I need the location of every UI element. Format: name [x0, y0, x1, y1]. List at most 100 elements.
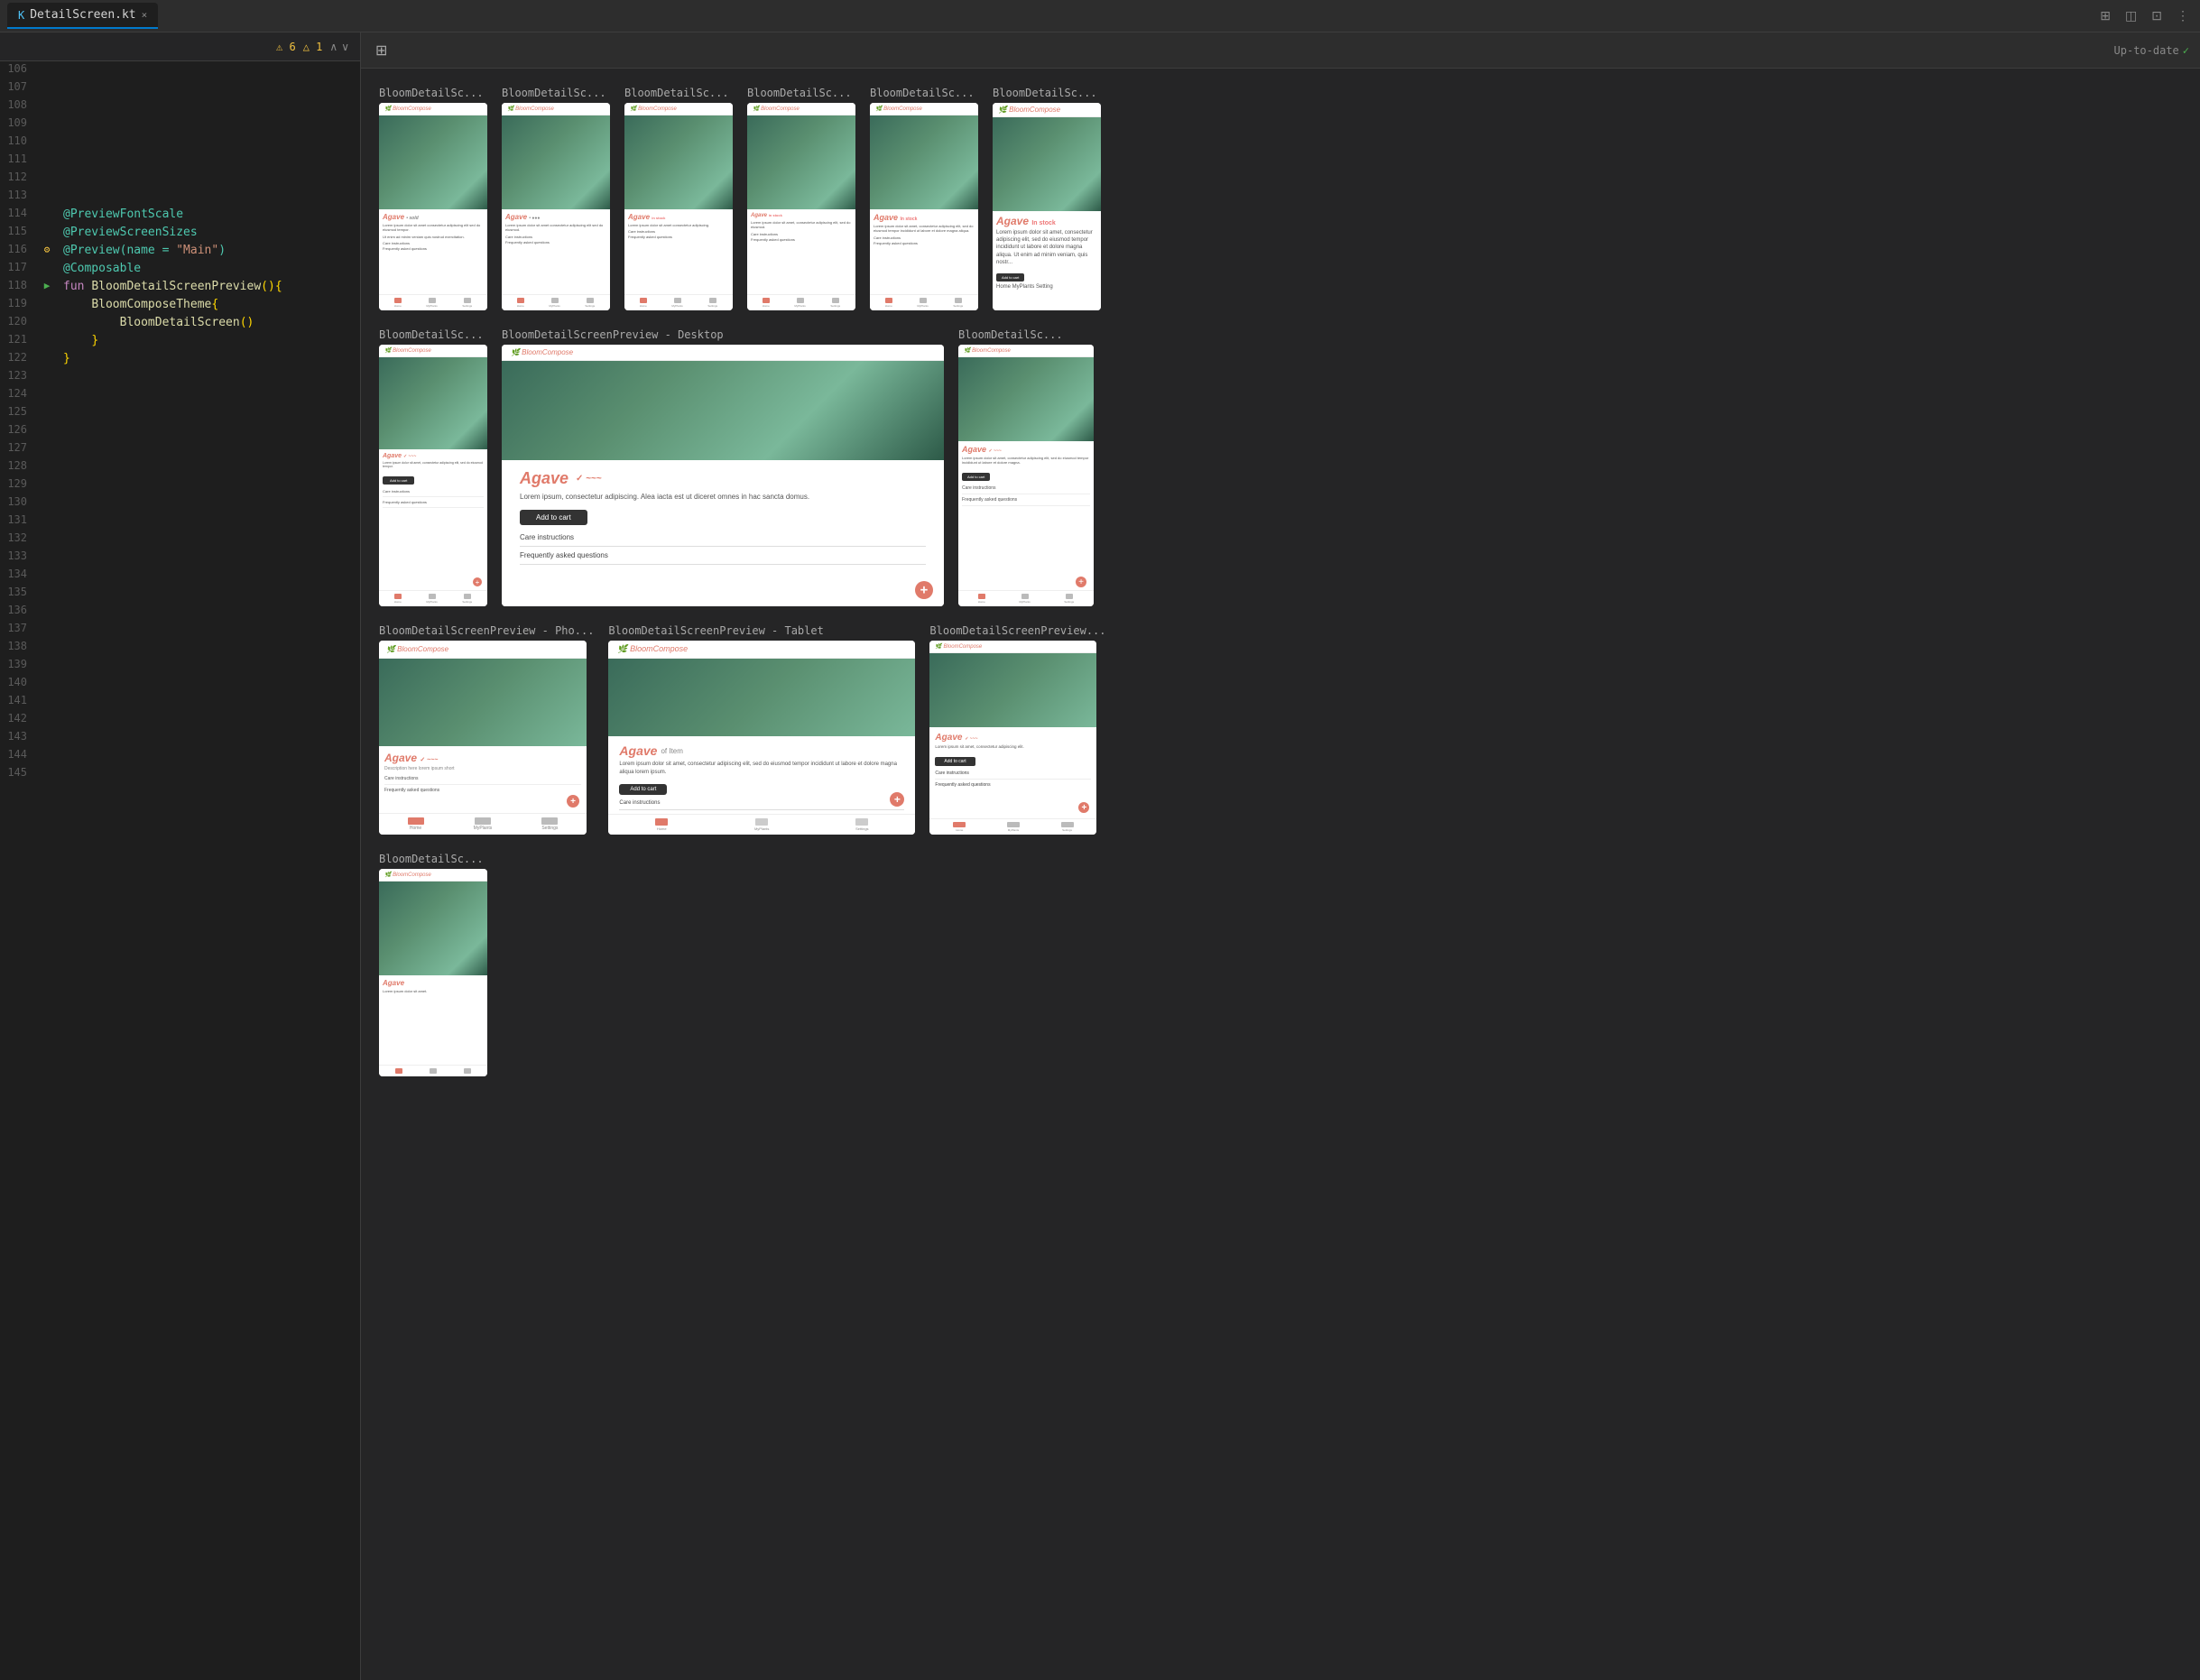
nav-up-button[interactable]: ∧ [329, 41, 337, 53]
gutter-run-icon[interactable]: ▶ [40, 278, 54, 292]
nav-down-button[interactable]: ∨ [341, 41, 349, 53]
line-121: 121 } [0, 332, 360, 350]
preview-frame-3[interactable]: 🌿 BloomCompose Agave in stock Lorem ipsu… [624, 103, 733, 310]
line-108: 108 [0, 97, 360, 115]
preview-label-4: BloomDetailSc... [747, 87, 855, 99]
warning-badge: △ 1 [303, 41, 323, 53]
preview-card-4: BloomDetailSc... 🌿 BloomCompose Agave in… [747, 87, 855, 310]
preview-frame-6[interactable]: 🌿 BloomCompose Agave In stock Lorem ipsu… [993, 103, 1101, 310]
preview-label-tablet: BloomDetailScreenPreview - Tablet [608, 624, 915, 637]
split-preview-button[interactable]: ⊞ [372, 38, 391, 63]
line-141: 141 [0, 693, 360, 711]
interactive-button[interactable]: ⊡ [2148, 5, 2166, 27]
line-125: 125 [0, 404, 360, 422]
line-124: 124 [0, 386, 360, 404]
preview-button[interactable]: ◫ [2121, 5, 2140, 27]
line-138: 138 [0, 639, 360, 657]
preview-label-8: BloomDetailScreenPreview - Desktop [502, 328, 944, 341]
preview-label-13: BloomDetailSc... [379, 853, 487, 865]
line-109: 109 [0, 115, 360, 134]
line-135: 135 [0, 585, 360, 603]
main-content: ⚠ 6 △ 1 ∧ ∨ 106 107 108 [0, 32, 2200, 1680]
preview-icons: ⊞ [372, 38, 391, 63]
preview-frame-2[interactable]: 🌿 BloomCompose Agave • ●●● Lorem ipsum d… [502, 103, 610, 310]
line-137: 137 [0, 621, 360, 639]
tab-bar: K DetailScreen.kt × ⊞ ◫ ⊡ ⋮ [0, 0, 2200, 32]
line-114: 114 @PreviewFontScale [0, 206, 360, 224]
gutter-settings-icon[interactable]: ⚙ [40, 242, 54, 256]
line-127: 127 [0, 440, 360, 458]
line-139: 139 [0, 657, 360, 675]
code-panel: ⚠ 6 △ 1 ∧ ∨ 106 107 108 [0, 32, 361, 1680]
preview-row-2: BloomDetailSc... 🌿 BloomCompose Agave ✓ … [379, 328, 2182, 606]
desktop-faq: Frequently asked questions [520, 547, 926, 565]
preview-frame-1[interactable]: 🌿 BloomCompose Agave • sold Lorem ipsum … [379, 103, 487, 310]
preview-row-1: BloomDetailSc... 🌿 BloomCompose Agave • … [379, 87, 2182, 310]
tablet-faq: Frequently asked questions [619, 810, 904, 814]
code-lines: 106 107 108 109 110 [0, 61, 360, 783]
tab-bar-actions: ⊞ ◫ ⊡ ⋮ [2096, 5, 2193, 27]
preview-card-1: BloomDetailSc... 🌿 BloomCompose Agave • … [379, 87, 487, 310]
line-117: 117 @Composable [0, 260, 360, 278]
preview-label-9: BloomDetailSc... [958, 328, 1094, 341]
preview-frame-tablet[interactable]: 🌿 BloomCompose Agave of Item Lorem ipsum… [608, 641, 915, 835]
line-107: 107 [0, 79, 360, 97]
line-145: 145 [0, 765, 360, 783]
preview-toolbar: ⊞ Up-to-date ✓ [361, 32, 2200, 69]
active-tab[interactable]: K DetailScreen.kt × [7, 3, 158, 29]
split-editor-button[interactable]: ⊞ [2096, 5, 2114, 27]
preview-card-8: BloomDetailScreenPreview - Desktop 🌿 Blo… [502, 328, 944, 606]
line-106: 106 [0, 61, 360, 79]
line-130: 130 [0, 494, 360, 512]
preview-frame-13[interactable]: 🌿 BloomCompose Agave Lorem ipsum dolor s… [379, 869, 487, 1076]
line-140: 140 [0, 675, 360, 693]
preview-card-3: BloomDetailSc... 🌿 BloomCompose Agave in… [624, 87, 733, 310]
preview-label-7: BloomDetailSc... [379, 328, 487, 341]
kotlin-icon: K [18, 9, 24, 22]
tab-filename: DetailScreen.kt [30, 8, 135, 22]
preview-card-5: BloomDetailSc... 🌿 BloomCompose Agave In… [870, 87, 978, 310]
line-112: 112 [0, 170, 360, 188]
line-115: 115 @PreviewScreenSizes [0, 224, 360, 242]
line-110: 110 [0, 134, 360, 152]
preview-frame-phone[interactable]: 🌿 BloomCompose Agave ✓ ~~~ Description h… [379, 641, 587, 835]
preview-label-6: BloomDetailSc... [993, 87, 1101, 99]
line-142: 142 [0, 711, 360, 729]
preview-card-2: BloomDetailSc... 🌿 BloomCompose Agave • … [502, 87, 610, 310]
preview-card-13: BloomDetailSc... 🌿 BloomCompose Agave Lo… [379, 853, 487, 1076]
preview-card-7: BloomDetailSc... 🌿 BloomCompose Agave ✓ … [379, 328, 487, 606]
preview-frame-7[interactable]: 🌿 BloomCompose Agave ✓ ~~~ Lorem ipsum d… [379, 345, 487, 606]
more-options-button[interactable]: ⋮ [2173, 5, 2193, 27]
tab-close-button[interactable]: × [142, 9, 148, 21]
preview-label-1: BloomDetailSc... [379, 87, 487, 99]
previews-grid: BloomDetailSc... 🌿 BloomCompose Agave • … [361, 69, 2200, 1094]
preview-frame-9[interactable]: 🌿 BloomCompose Agave ✓ ~~~ Lorem ipsum d… [958, 345, 1094, 606]
line-119: 119 BloomComposeTheme{ [0, 296, 360, 314]
status-checkmark: ✓ [2183, 44, 2189, 57]
line-143: 143 [0, 729, 360, 747]
preview-frame-desktop[interactable]: 🌿 BloomCompose Agave ✓ ~~~ Lorem ipsum, … [502, 345, 944, 606]
preview-frame-5[interactable]: 🌿 BloomCompose Agave In stock Lorem ipsu… [870, 103, 978, 310]
line-126: 126 [0, 422, 360, 440]
preview-label-12: BloomDetailScreenPreview... [929, 624, 1105, 637]
line-123: 123 [0, 368, 360, 386]
error-badge: ⚠ 6 [276, 41, 296, 53]
preview-panel: ⊞ Up-to-date ✓ BloomDetailSc... 🌿 BloomC… [361, 32, 2200, 1680]
preview-frame-12[interactable]: 🌿 BloomCompose Agave ✓ ~~~ Lorem ipsum s… [929, 641, 1096, 835]
preview-card-12: BloomDetailScreenPreview... 🌿 BloomCompo… [929, 624, 1105, 835]
line-136: 136 [0, 603, 360, 621]
preview-frame-4[interactable]: 🌿 BloomCompose Agave in stock Lorem ipsu… [747, 103, 855, 310]
preview-card-phone: BloomDetailScreenPreview - Pho... 🌿 Bloo… [379, 624, 594, 835]
line-113: 113 [0, 188, 360, 206]
line-128: 128 [0, 458, 360, 476]
code-toolbar: ⚠ 6 △ 1 ∧ ∨ [0, 32, 360, 61]
preview-card-tablet: BloomDetailScreenPreview - Tablet 🌿 Bloo… [608, 624, 915, 835]
line-144: 144 [0, 747, 360, 765]
preview-row-3: BloomDetailScreenPreview - Pho... 🌿 Bloo… [379, 624, 2182, 835]
line-120: 120 BloomDetailScreen() [0, 314, 360, 332]
line-129: 129 [0, 476, 360, 494]
preview-label-2: BloomDetailSc... [502, 87, 610, 99]
line-116: 116 ⚙ @Preview(name = "Main") [0, 242, 360, 260]
preview-row-4: BloomDetailSc... 🌿 BloomCompose Agave Lo… [379, 853, 2182, 1076]
preview-label-phone: BloomDetailScreenPreview - Pho... [379, 624, 594, 637]
